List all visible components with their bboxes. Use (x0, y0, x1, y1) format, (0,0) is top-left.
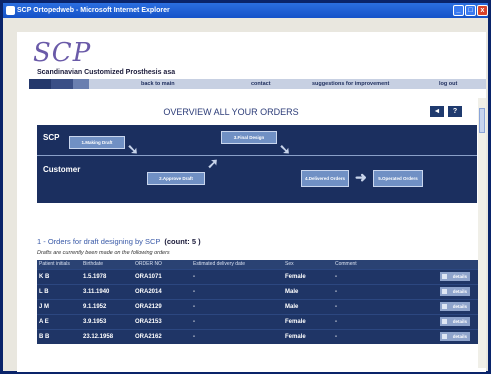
workflow-step-making-draft: 1.Making Draft (69, 136, 125, 149)
birthdate: 3.11.1940 (81, 283, 133, 299)
table-row: L B 3.11.1940 ORA2014 - Male - details (37, 283, 478, 299)
order-no: ORA1071 (133, 268, 191, 284)
comment: - (333, 313, 438, 329)
delivery-date: - (191, 328, 283, 344)
details-button[interactable]: details (440, 272, 470, 281)
nav-decor-block (29, 79, 51, 89)
patient-initials: J M (37, 298, 81, 314)
birthdate: 1.5.1978 (81, 268, 133, 284)
comment: - (333, 298, 438, 314)
lane-divider (37, 155, 477, 156)
col-header: ORDER NO (133, 260, 191, 269)
section-title-text: 1 - Orders for draft designing by SCP (37, 237, 161, 246)
arrow-icon: ➘ (127, 141, 139, 157)
orders-table: Patient initials Birthdate ORDER NO Esti… (37, 260, 478, 344)
lane-label-scp: SCP (43, 133, 60, 142)
comment: - (333, 268, 438, 284)
workflow-step-operated-orders: 5.Operated Orders (373, 170, 423, 187)
nav-decor-block (73, 79, 89, 89)
arrow-icon: ➚ (207, 155, 219, 171)
order-count: (count: 5 ) (164, 237, 201, 246)
table-row: B B 23.12.1958 ORA2162 - Female - detail… (37, 328, 478, 344)
sex: Female (283, 313, 333, 329)
browser-window: SCP Ortopedweb - Microsoft Internet Expl… (0, 0, 491, 374)
back-arrow-icon[interactable]: ◄ (430, 106, 444, 117)
section-subtitle: Drafts are currently been made on the fo… (37, 250, 170, 256)
ie-icon (6, 6, 15, 15)
help-icon[interactable]: ? (448, 106, 462, 117)
patient-initials: K B (37, 268, 81, 284)
suggestions-link[interactable]: suggestions for improvement (312, 79, 389, 89)
details-button[interactable]: details (440, 287, 470, 296)
table-row: K B 1.5.1978 ORA1071 - Female - details (37, 268, 478, 284)
logout-link[interactable]: log out (439, 79, 457, 89)
window-title: SCP Ortopedweb - Microsoft Internet Expl… (17, 7, 170, 14)
order-no: ORA2153 (133, 313, 191, 329)
order-no: ORA2129 (133, 298, 191, 314)
company-name: Scandinavian Customized Prosthesis asa (37, 69, 176, 76)
sex: Female (283, 328, 333, 344)
col-header: Comment (333, 260, 438, 269)
patient-initials: L B (37, 283, 81, 299)
delivery-date: - (191, 268, 283, 284)
patient-initials: A E (37, 313, 81, 329)
table-row: J M 9.1.1952 ORA2129 - Male - details (37, 298, 478, 314)
browser-frame: SCP Scandinavian Customized Prosthesis a… (3, 18, 488, 372)
patient-initials: B B (37, 328, 81, 344)
sex: Male (283, 298, 333, 314)
col-header: Birthdate (81, 260, 133, 269)
maximize-button[interactable]: □ (465, 5, 476, 16)
col-header: Sex (283, 260, 333, 269)
delivery-date: - (191, 283, 283, 299)
workflow-step-delivered-orders: 4.Delivered Orders (301, 170, 349, 187)
birthdate: 3.9.1953 (81, 313, 133, 329)
workflow-step-approve-draft: 2.Approve Draft (147, 172, 205, 185)
minimize-button[interactable]: _ (453, 5, 464, 16)
order-no: ORA2014 (133, 283, 191, 299)
delivery-date: - (191, 313, 283, 329)
vertical-scrollbar[interactable] (478, 98, 486, 368)
scp-logo: SCP (33, 38, 92, 68)
table-row: A E 3.9.1953 ORA2153 - Female - details (37, 313, 478, 329)
page-viewport: SCP Scandinavian Customized Prosthesis a… (17, 32, 486, 372)
contact-link[interactable]: contact (251, 79, 271, 89)
nav-decor-block (51, 79, 73, 89)
arrow-icon: ➘ (279, 141, 291, 157)
details-button[interactable]: details (440, 317, 470, 326)
details-button[interactable]: details (440, 332, 470, 342)
details-button[interactable]: details (440, 302, 470, 311)
birthdate: 9.1.1952 (81, 298, 133, 314)
delivery-date: - (191, 298, 283, 314)
arrow-icon: ➜ (355, 169, 367, 185)
col-header: Patient initials (37, 260, 81, 269)
col-header: Estimated delivery date (191, 260, 283, 269)
scrollbar-thumb[interactable] (479, 108, 485, 133)
nav-bar: back to main contact suggestions for imp… (29, 79, 486, 89)
comment: - (333, 283, 438, 299)
order-no: ORA2162 (133, 328, 191, 344)
window-titlebar: SCP Ortopedweb - Microsoft Internet Expl… (3, 3, 488, 18)
col-header (438, 260, 478, 269)
comment: - (333, 328, 438, 344)
close-button[interactable]: x (477, 5, 488, 16)
back-to-main-link[interactable]: back to main (141, 79, 175, 89)
lane-label-customer: Customer (43, 165, 81, 174)
workflow-step-final-design: 3.Final Design (221, 131, 277, 144)
sex: Female (283, 268, 333, 284)
sex: Male (283, 283, 333, 299)
table-header-row: Patient initials Birthdate ORDER NO Esti… (37, 260, 478, 269)
section-title: 1 - Orders for draft designing by SCP (co… (37, 237, 201, 246)
workflow-diagram: SCP Customer 1.Making Draft ➘ 2.Approve … (37, 125, 477, 203)
page-title: OVERVIEW ALL YOUR ORDERS (163, 107, 299, 117)
birthdate: 23.12.1958 (81, 328, 133, 344)
